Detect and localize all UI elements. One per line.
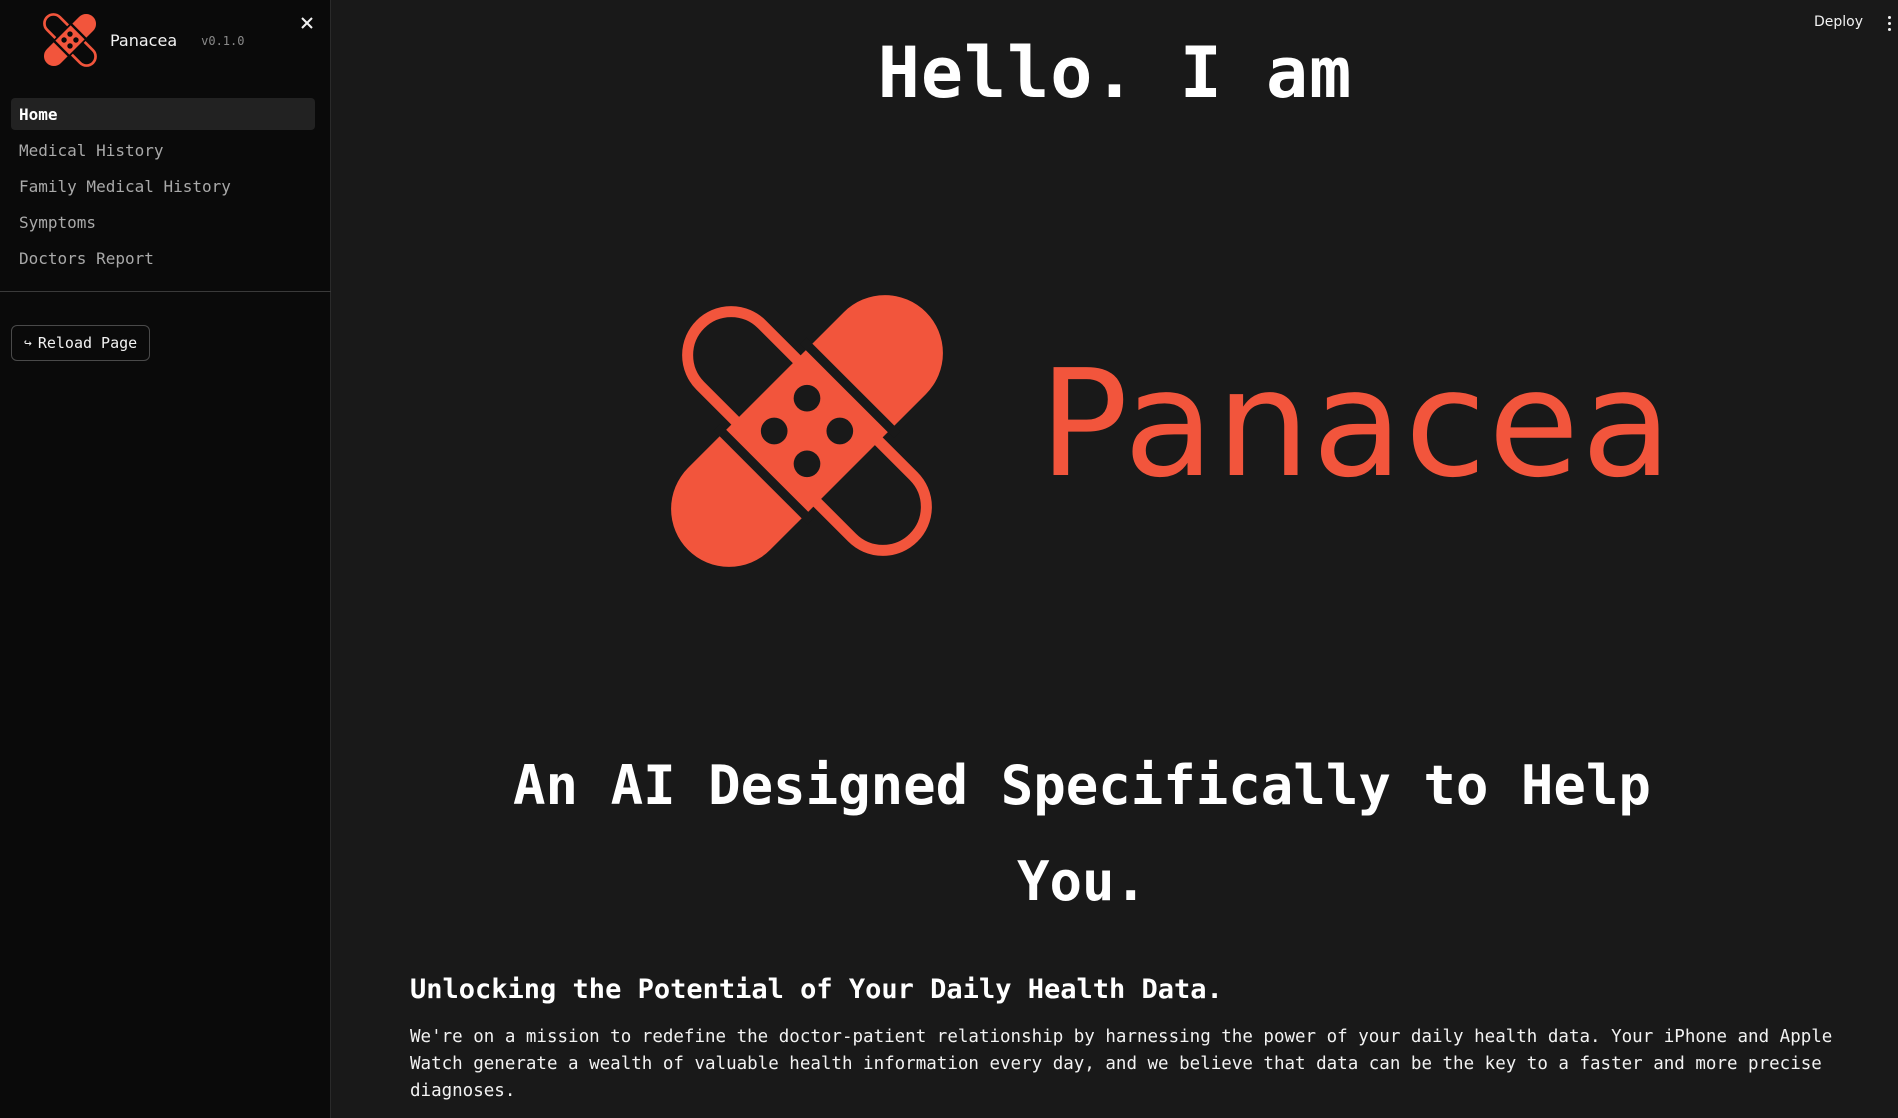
sidebar-item-label: Doctors Report xyxy=(19,248,154,268)
close-sidebar-button[interactable] xyxy=(296,12,318,34)
sidebar-nav: Home Medical History Family Medical Hist… xyxy=(11,98,315,278)
reload-page-button[interactable]: ↪ Reload Page xyxy=(11,325,151,361)
sidebar-item-label: Medical History xyxy=(19,140,164,160)
sidebar-item-family-medical-history[interactable]: Family Medical History xyxy=(11,170,315,202)
sidebar-item-symptoms[interactable]: Symptoms xyxy=(11,206,315,238)
section-heading: Unlocking the Potential of Your Daily He… xyxy=(410,974,1223,1005)
hero-title: Hello. I am xyxy=(877,32,1353,114)
sidebar-item-home[interactable]: Home xyxy=(11,98,315,130)
sidebar-item-label: Family Medical History xyxy=(19,176,231,196)
main-content: Hello. I am Panacea An AI Designed Speci… xyxy=(332,0,1898,1118)
version-label: v0.1.0 xyxy=(201,34,245,48)
panacea-bandage-logo-icon xyxy=(671,295,943,567)
brand-name: Panacea xyxy=(110,30,178,50)
brand: Panacea v0.1.0 xyxy=(40,10,244,70)
hero-brand-text: Panacea xyxy=(1039,338,1674,510)
sidebar-divider xyxy=(0,291,331,292)
reload-icon: ↪ xyxy=(24,335,32,351)
sidebar: Panacea v0.1.0 Home Medical History Fami… xyxy=(0,0,331,1118)
section-body: We're on a mission to redefine the docto… xyxy=(410,1027,1833,1101)
sidebar-item-doctors-report[interactable]: Doctors Report xyxy=(11,242,315,274)
reload-button-label: Reload Page xyxy=(37,334,138,352)
panacea-logo-icon xyxy=(42,12,98,68)
sidebar-item-medical-history[interactable]: Medical History xyxy=(11,134,315,166)
close-icon xyxy=(301,17,313,29)
tagline: An AI Designed Specifically to Help You. xyxy=(513,754,1651,913)
sidebar-item-label: Symptoms xyxy=(19,212,97,232)
sidebar-item-label: Home xyxy=(19,104,58,124)
